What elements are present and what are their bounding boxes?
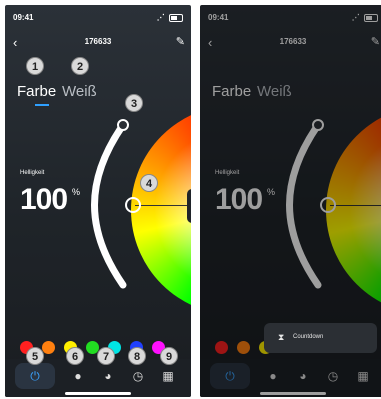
power-icon[interactable]: ⏻ <box>210 363 250 389</box>
annotation-marker-4: 4 <box>140 174 158 192</box>
annotation-marker-9: 9 <box>160 347 178 365</box>
power-icon[interactable]: ⏻ <box>15 363 55 389</box>
swatch-orange[interactable] <box>237 341 250 354</box>
color-wheel-pointer-line <box>330 205 381 206</box>
countdown-popup[interactable]: ⧗ Countdown <box>264 323 377 353</box>
countdown-label: Countdown <box>293 334 324 340</box>
grid-more-icon[interactable]: ▦ <box>157 365 179 387</box>
annotation-marker-1: 1 <box>26 57 44 75</box>
annotation-marker-5: 5 <box>26 347 44 365</box>
grid-more-icon[interactable]: ▦ <box>352 365 374 387</box>
brightness-arc-handle <box>312 119 324 131</box>
brightness-arc-track <box>91 121 127 289</box>
brightness-arc-track <box>286 121 322 289</box>
brightness-arc-handle <box>117 119 129 131</box>
swatch-red[interactable] <box>215 341 228 354</box>
bulb-icon[interactable]: ● <box>67 365 89 387</box>
bulb-icon[interactable]: ● <box>262 365 284 387</box>
color-wheel-pointer-line <box>135 205 191 206</box>
annotation-marker-7: 7 <box>97 347 115 365</box>
annotation-marker-8: 8 <box>128 347 146 365</box>
color-wheel-handle[interactable] <box>320 197 336 213</box>
palette-icon[interactable]: ◕ <box>292 365 314 387</box>
hourglass-icon: ⧗ <box>278 332 285 342</box>
home-indicator <box>65 392 131 395</box>
swatch-orange[interactable] <box>42 341 55 354</box>
annotation-marker-3: 3 <box>125 94 143 112</box>
annotation-marker-6: 6 <box>66 347 84 365</box>
palette-icon[interactable]: ◕ <box>97 365 119 387</box>
bottom-tab-bar: ⏻ ● ◕ ◷ ▦ <box>200 359 381 397</box>
timer-icon[interactable]: ◷ <box>127 365 149 387</box>
color-wheel-handle[interactable] <box>125 197 141 213</box>
annotation-marker-2: 2 <box>71 57 89 75</box>
color-wheel-knob <box>187 189 191 223</box>
timer-icon[interactable]: ◷ <box>322 365 344 387</box>
home-indicator <box>260 392 326 395</box>
